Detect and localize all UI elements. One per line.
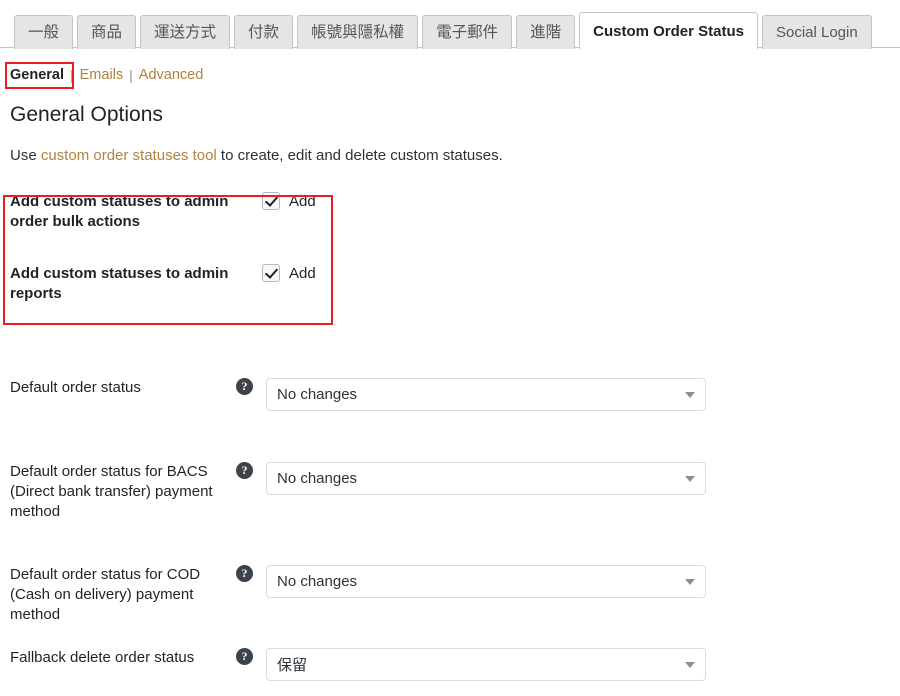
- checkbox-control[interactable]: Add: [262, 190, 900, 210]
- tab-3[interactable]: 付款: [234, 15, 294, 49]
- help-cell: ?: [228, 462, 266, 479]
- checkbox-field: Add: [262, 190, 900, 210]
- sub-navigation: General | Emails | Advanced: [10, 64, 203, 86]
- select-value: No changes: [277, 470, 358, 487]
- select-row-label: Default order status: [10, 379, 141, 396]
- description-text-before: Use: [10, 147, 41, 164]
- order-status-select[interactable]: No changes: [266, 378, 706, 411]
- checkbox-add[interactable]: [262, 264, 280, 282]
- checkbox-label[interactable]: Add: [289, 265, 316, 282]
- subnav-link-2[interactable]: Advanced: [139, 67, 204, 83]
- tab-6[interactable]: 進階: [516, 15, 576, 49]
- select-row-label: Fallback delete order status: [10, 649, 195, 666]
- select-field: No changes: [266, 378, 900, 411]
- tab-list: 一般 商品 運送方式 付款 帳號與隱私權 電子郵件 進階 Custom Order Statu…: [14, 8, 872, 49]
- chevron-down-icon[interactable]: [685, 661, 695, 668]
- page-description: Use custom order statuses tool to create…: [10, 145, 503, 166]
- help-icon[interactable]: ?: [236, 462, 253, 479]
- subnav-separator: |: [129, 67, 133, 83]
- select-field: No changes: [266, 565, 900, 598]
- checkbox-row: Add custom statuses to admin reports Add: [0, 262, 900, 308]
- tab-8[interactable]: Social Login: [761, 15, 872, 49]
- chevron-down-icon[interactable]: [685, 391, 695, 398]
- tab-active-7[interactable]: Custom Order Status: [579, 12, 758, 49]
- tab-0[interactable]: 一般: [14, 15, 74, 49]
- checkbox-field: Add: [262, 262, 900, 282]
- checkbox-row-label: Add custom statuses to admin reports: [10, 265, 229, 302]
- select-row: Default order status? No changes: [0, 378, 900, 411]
- order-status-select[interactable]: No changes: [266, 565, 706, 598]
- checkbox-row: Add custom statuses to admin order bulk …: [0, 190, 900, 262]
- chevron-down-icon[interactable]: [685, 578, 695, 585]
- checkbox-control[interactable]: Add: [262, 262, 900, 282]
- subnav-link-0[interactable]: General: [10, 67, 64, 83]
- help-icon[interactable]: ?: [236, 648, 253, 665]
- checkbox-add[interactable]: [262, 192, 280, 210]
- subnav-link-1[interactable]: Emails: [80, 67, 124, 83]
- help-cell: ?: [228, 565, 266, 582]
- page-title: General Options: [10, 103, 163, 126]
- tab-2[interactable]: 運送方式: [140, 15, 231, 49]
- select-row: Default order status for COD (Cash on de…: [0, 565, 900, 625]
- settings-tab-strip: 一般 商品 運送方式 付款 帳號與隱私權 電子郵件 進階 Custom Order Statu…: [0, 0, 900, 49]
- checkbox-row-label: Add custom statuses to admin order bulk …: [10, 193, 229, 230]
- order-status-select[interactable]: 保留: [266, 648, 706, 681]
- help-cell: ?: [228, 648, 266, 665]
- settings-form: Add custom statuses to admin order bulk …: [0, 190, 900, 681]
- order-status-select[interactable]: No changes: [266, 462, 706, 495]
- select-row-label: Default order status for COD (Cash on de…: [10, 566, 201, 623]
- help-icon[interactable]: ?: [236, 378, 253, 395]
- select-row: Default order status for BACS (Direct ba…: [0, 462, 900, 522]
- description-text-after: to create, edit and delete custom status…: [216, 147, 503, 164]
- checkbox-label[interactable]: Add: [289, 193, 316, 210]
- select-field: 保留: [266, 648, 900, 681]
- subnav-separator: |: [70, 67, 74, 83]
- tab-1[interactable]: 商品: [77, 15, 137, 49]
- select-row-label: Default order status for BACS (Direct ba…: [10, 463, 213, 520]
- select-row: Fallback delete order status? 保留: [0, 648, 900, 681]
- help-icon[interactable]: ?: [236, 565, 253, 582]
- select-value: 保留: [277, 657, 308, 674]
- tab-5[interactable]: 電子郵件: [422, 15, 513, 49]
- select-field: No changes: [266, 462, 900, 495]
- select-value: No changes: [277, 573, 358, 590]
- chevron-down-icon[interactable]: [685, 475, 695, 482]
- tab-4[interactable]: 帳號與隱私權: [297, 15, 419, 49]
- select-value: No changes: [277, 386, 358, 403]
- custom-order-statuses-tool-link[interactable]: custom order statuses tool: [41, 147, 217, 164]
- help-cell: ?: [228, 378, 266, 395]
